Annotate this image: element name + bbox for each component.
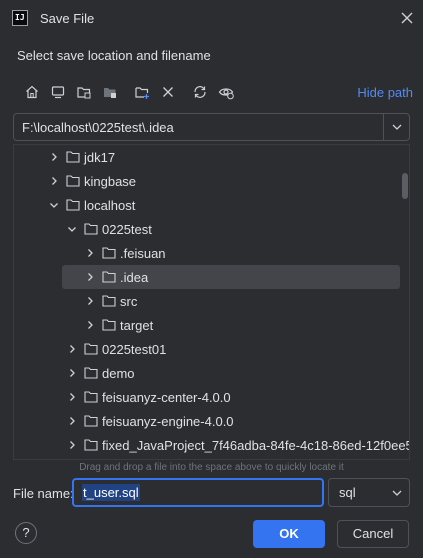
tree-row[interactable]: demo xyxy=(14,361,409,385)
cancel-button[interactable]: Cancel xyxy=(337,520,409,548)
folder-icon xyxy=(66,151,80,163)
tree-row[interactable]: 0225test01 xyxy=(14,337,409,361)
tree-row-label: src xyxy=(120,294,138,309)
file-type-select[interactable]: sql xyxy=(328,478,410,507)
desktop-icon xyxy=(51,86,65,99)
folder-icon xyxy=(84,415,98,427)
home-icon xyxy=(26,85,38,99)
chevron-right-icon[interactable] xyxy=(66,391,78,403)
chevron-right-icon[interactable] xyxy=(66,343,78,355)
tree-row[interactable]: kingbase xyxy=(14,169,409,193)
folder-icon xyxy=(102,319,116,331)
tree-row[interactable]: 0225test xyxy=(14,217,409,241)
desktop-button[interactable] xyxy=(48,82,68,102)
chevron-right-icon[interactable] xyxy=(84,271,96,283)
module-icon xyxy=(104,88,116,98)
refresh-icon xyxy=(194,86,206,98)
path-combobox[interactable]: F:\localhost\0225test\.idea xyxy=(13,113,410,141)
chevron-right-icon[interactable] xyxy=(48,175,60,187)
tree-row-label: jdk17 xyxy=(84,150,116,165)
tree-row[interactable]: .idea xyxy=(14,265,409,289)
chevron-right-icon[interactable] xyxy=(66,367,78,379)
path-divider xyxy=(383,114,384,140)
folder-icon xyxy=(102,271,116,283)
dialog-title: Save File xyxy=(40,11,95,26)
path-dropdown-button[interactable] xyxy=(390,120,404,134)
chevron-down-icon xyxy=(392,490,402,496)
tree-row-label: 0225test01 xyxy=(102,342,167,357)
folder-icon xyxy=(102,295,116,307)
drag-drop-hint: Drag and drop a file into the space abov… xyxy=(79,462,344,473)
chevron-down-icon[interactable] xyxy=(48,199,60,211)
tree-row[interactable]: localhost xyxy=(14,193,409,217)
tree-row[interactable]: feisuanyz-center-4.0.0 xyxy=(14,385,409,409)
folder-icon xyxy=(66,175,80,187)
folder-icon xyxy=(66,199,80,211)
new-folder-button[interactable] xyxy=(132,82,152,102)
dialog-subtitle: Select save location and filename xyxy=(17,48,211,63)
tree-row-label: target xyxy=(120,318,154,333)
file-type-value: sql xyxy=(339,485,356,500)
tree-row-label: .idea xyxy=(120,270,149,285)
tree-row-label: kingbase xyxy=(84,174,137,189)
chevron-right-icon[interactable] xyxy=(66,439,78,451)
tree-row-label: feisuanyz-engine-4.0.0 xyxy=(102,414,234,429)
tree-row-label: .feisuan xyxy=(120,246,166,261)
folder-icon xyxy=(84,223,98,235)
tree-row[interactable]: src xyxy=(14,289,409,313)
folder-icon xyxy=(84,391,98,403)
file-name-field[interactable]: t_user.sql xyxy=(72,478,324,507)
chevron-right-icon[interactable] xyxy=(84,247,96,259)
close-button[interactable] xyxy=(398,9,416,27)
folder-icon xyxy=(84,367,98,379)
tree-row[interactable]: fixed_JavaProject_7f46adba-84fe-4c18-86e… xyxy=(14,433,409,457)
path-input[interactable]: F:\localhost\0225test\.idea xyxy=(22,120,174,135)
ok-button[interactable]: OK xyxy=(253,520,325,548)
chevron-right-icon[interactable] xyxy=(48,151,60,163)
folder-icon xyxy=(84,343,98,355)
chevron-right-icon[interactable] xyxy=(66,415,78,427)
tree-row[interactable]: .feisuan xyxy=(14,241,409,265)
tree-row-label: localhost xyxy=(84,198,136,213)
refresh-button[interactable] xyxy=(190,82,210,102)
close-icon xyxy=(401,12,413,24)
show-hidden-icon xyxy=(218,88,234,100)
folder-icon xyxy=(102,247,116,259)
file-name-input[interactable]: t_user.sql xyxy=(82,484,140,501)
chevron-down-icon[interactable] xyxy=(66,223,78,235)
tree-row-label: 0225test xyxy=(102,222,152,237)
tree-row[interactable]: jdk17 xyxy=(14,145,409,169)
chevron-down-icon xyxy=(392,124,402,130)
delete-icon xyxy=(163,87,173,97)
title-bar: IJ Save File xyxy=(0,0,423,38)
home-button[interactable] xyxy=(22,82,42,102)
project-button[interactable] xyxy=(74,82,94,102)
show-hidden-button[interactable] xyxy=(216,82,236,102)
folder-tree[interactable]: jdk17 kingbase localhost 0225test .feisuan .i… xyxy=(13,144,410,460)
chevron-right-icon[interactable] xyxy=(84,295,96,307)
file-name-label: File name: xyxy=(13,486,74,501)
folder-icon xyxy=(84,439,98,451)
hide-path-link[interactable]: Hide path xyxy=(357,85,413,100)
new-folder-icon xyxy=(135,87,149,99)
module-button[interactable] xyxy=(100,82,120,102)
tree-row[interactable]: target xyxy=(14,313,409,337)
tree-row-label: fixed_JavaProject_7f46adba-84fe-4c18-86e… xyxy=(102,438,410,453)
delete-button[interactable] xyxy=(158,82,178,102)
chevron-right-icon[interactable] xyxy=(84,319,96,331)
project-icon xyxy=(77,87,91,99)
file-chooser-toolbar: Hide path xyxy=(14,80,414,106)
help-button[interactable]: ? xyxy=(15,522,37,544)
tree-row[interactable]: feisuanyz-engine-4.0.0 xyxy=(14,409,409,433)
tree-row-label: demo xyxy=(102,366,135,381)
intellij-logo-icon: IJ xyxy=(12,10,28,26)
tree-row-label: feisuanyz-center-4.0.0 xyxy=(102,390,231,405)
